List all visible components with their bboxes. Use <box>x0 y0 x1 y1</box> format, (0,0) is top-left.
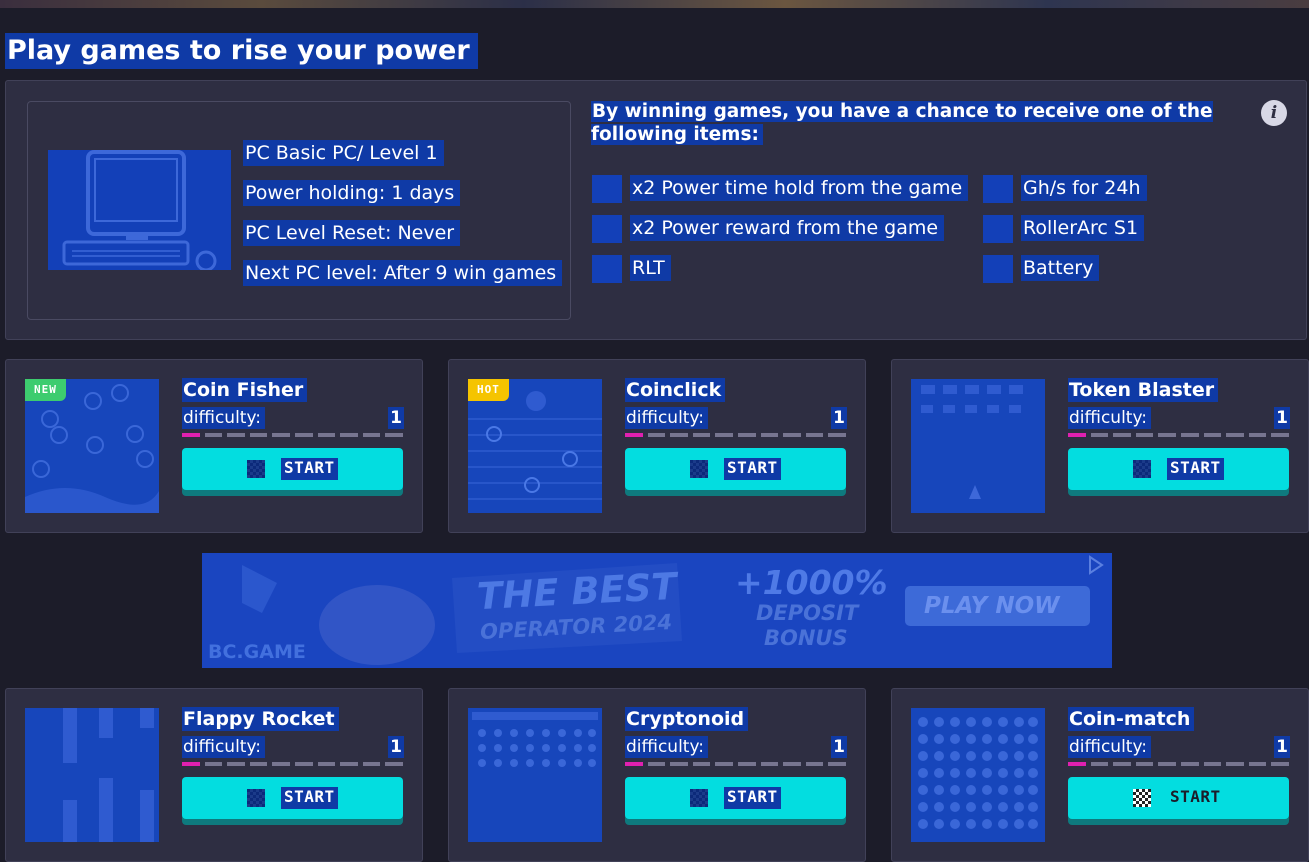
difficulty-value: 1 <box>831 736 847 758</box>
start-button[interactable]: START <box>625 777 846 819</box>
power-reward-icon <box>592 215 622 243</box>
difficulty-value: 1 <box>388 407 404 429</box>
difficulty-label: difficulty: <box>1068 407 1152 429</box>
miner-icon <box>983 215 1013 243</box>
flappy-rocket-art <box>63 708 154 842</box>
next-pc-level: Next PC level: After 9 win games <box>243 260 563 286</box>
page-title: Play games to rise your power <box>5 33 478 69</box>
banner-offer-line2: DEPOSIT <box>756 601 859 625</box>
difficulty-label: difficulty: <box>625 736 709 758</box>
game-thumbnail[interactable] <box>25 708 159 842</box>
checkered-flag-icon <box>247 460 265 478</box>
difficulty-value: 1 <box>831 407 847 429</box>
pc-image <box>48 150 231 272</box>
game-title: Flappy Rocket <box>182 707 339 731</box>
start-button-label: START <box>1170 787 1221 806</box>
hashrate-icon <box>983 175 1013 203</box>
token-blaster-art <box>921 385 1023 499</box>
game-thumbnail[interactable]: HOT <box>468 379 602 513</box>
difficulty-bar <box>182 433 403 437</box>
banner-cta-button[interactable]: PLAY NOW <box>924 593 1060 619</box>
reward-item-label: x2 Power reward from the game <box>630 215 945 241</box>
game-title: Coinclick <box>625 378 726 402</box>
difficulty-label: difficulty: <box>625 407 709 429</box>
start-button-label: START <box>724 458 781 480</box>
pc-card: PC Basic PC/ Level 1 Power holding: 1 da… <box>27 101 571 320</box>
computer-icon <box>62 150 217 272</box>
game-thumbnail[interactable] <box>468 708 602 842</box>
start-button-label: START <box>281 787 338 809</box>
power-time-icon <box>592 175 622 203</box>
game-thumbnail[interactable] <box>911 379 1045 513</box>
pc-name: PC Basic PC/ Level 1 <box>243 140 444 166</box>
difficulty-bar <box>625 433 846 437</box>
reward-item-label: Gh/s for 24h <box>1021 175 1147 201</box>
checkered-flag-icon <box>690 460 708 478</box>
difficulty-bar <box>1068 433 1289 437</box>
ad-banner[interactable]: BC.GAME THE BEST OPERATOR 2024 +1000% DE… <box>202 553 1112 668</box>
start-button-label: START <box>1167 458 1224 480</box>
game-card-cryptonoid: Cryptonoid difficulty: 1 START <box>448 688 866 862</box>
game-title: Cryptonoid <box>625 707 749 731</box>
pc-level-reset: PC Level Reset: Never <box>243 220 461 246</box>
game-thumbnail[interactable]: NEW <box>25 379 159 513</box>
coin-match-art <box>918 717 1038 829</box>
rewards-title: By winning games, you have a chance to r… <box>591 101 1213 145</box>
difficulty-bar <box>182 762 403 766</box>
badge-new: NEW <box>25 379 66 401</box>
reward-item-label: Battery <box>1021 255 1100 281</box>
power-holding: Power holding: 1 days <box>243 180 461 206</box>
difficulty-value: 1 <box>1274 407 1290 429</box>
difficulty-bar <box>625 762 846 766</box>
banner-offer-line3: BONUS <box>764 626 848 650</box>
game-card-coin-match: Coin-match difficulty: 1 START <box>891 688 1309 862</box>
start-button-label: START <box>724 787 781 809</box>
game-title: Coin Fisher <box>182 378 308 402</box>
top-image-strip <box>0 0 1309 8</box>
reward-item-label: RollerArc S1 <box>1021 215 1145 241</box>
start-button[interactable]: START <box>182 448 403 490</box>
pc-info-panel: PC Basic PC/ Level 1 Power holding: 1 da… <box>5 80 1307 340</box>
reward-item-label: x2 Power time hold from the game <box>630 175 969 201</box>
badge-hot: HOT <box>468 379 509 401</box>
checkered-flag-icon <box>690 789 708 807</box>
game-card-coin-fisher: NEW Coin Fisher difficulty: 1 START <box>5 359 423 533</box>
game-title: Token Blaster <box>1068 378 1219 402</box>
banner-offer: +1000% <box>735 563 888 602</box>
game-thumbnail[interactable] <box>911 708 1045 842</box>
difficulty-value: 1 <box>388 736 404 758</box>
difficulty-value: 1 <box>1274 736 1290 758</box>
start-button[interactable]: START <box>625 448 846 490</box>
battery-icon <box>983 255 1013 283</box>
start-button-label: START <box>281 458 338 480</box>
checkered-flag-icon <box>247 789 265 807</box>
game-card-token-blaster: Token Blaster difficulty: 1 START <box>891 359 1309 533</box>
banner-brand: BC.GAME <box>208 641 306 663</box>
difficulty-label: difficulty: <box>182 407 266 429</box>
checkered-flag-icon <box>1133 460 1151 478</box>
start-button[interactable]: START <box>1068 777 1289 819</box>
checkered-flag-icon <box>1133 789 1151 807</box>
difficulty-label: difficulty: <box>182 736 266 758</box>
info-icon[interactable]: i <box>1261 100 1287 126</box>
difficulty-bar <box>1068 762 1289 766</box>
rlt-token-icon <box>592 255 622 283</box>
start-button[interactable]: START <box>1068 448 1289 490</box>
cryptonoid-art <box>472 712 598 767</box>
game-title: Coin-match <box>1068 707 1195 731</box>
reward-item-label: RLT <box>630 255 671 281</box>
game-card-flappy-rocket: Flappy Rocket difficulty: 1 START <box>5 688 423 862</box>
start-button[interactable]: START <box>182 777 403 819</box>
difficulty-label: difficulty: <box>1068 736 1152 758</box>
game-card-coinclick: HOT Coinclick difficulty: 1 START <box>448 359 866 533</box>
